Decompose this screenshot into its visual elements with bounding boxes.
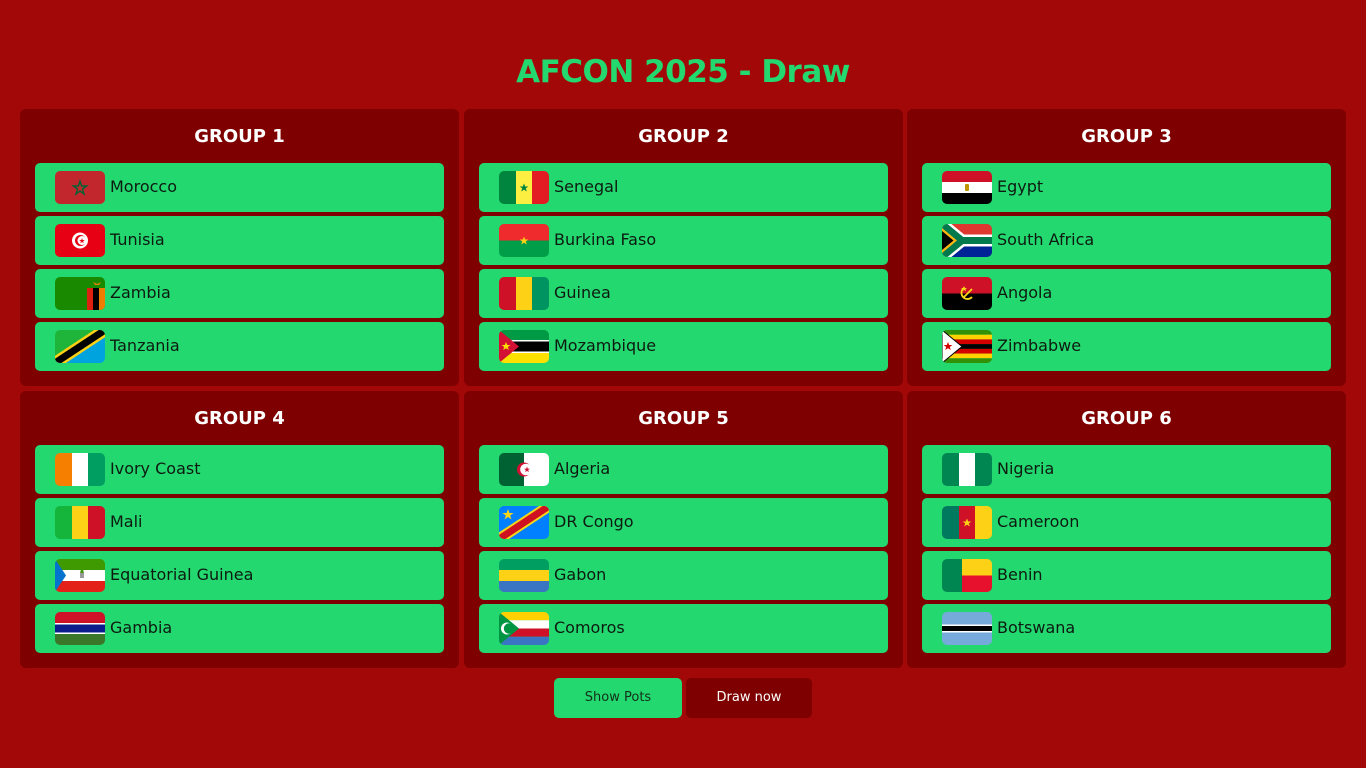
team-row-mali[interactable]: Mali [35, 498, 444, 547]
group-1-card: GROUP 1 Morocco Tunisia Zambia Tanzania [20, 109, 459, 386]
team-name: Mozambique [554, 336, 657, 355]
team-name: Senegal [554, 177, 619, 196]
nigeria-flag-icon [942, 453, 992, 486]
team-row-nigeria[interactable]: Nigeria [922, 445, 1331, 494]
group-5-card: GROUP 5 Algeria DR Congo Gabon Comoros [464, 391, 903, 668]
group-title: GROUP 1 [194, 126, 285, 147]
team-row-ivory-coast[interactable]: Ivory Coast [35, 445, 444, 494]
team-row-cameroon[interactable]: Cameroon [922, 498, 1331, 547]
team-row-senegal[interactable]: Senegal [479, 163, 888, 212]
team-name: Tanzania [110, 336, 180, 355]
senegal-flag-icon [499, 171, 549, 204]
team-row-dr-congo[interactable]: DR Congo [479, 498, 888, 547]
zimbabwe-flag-icon [942, 330, 992, 363]
team-row-algeria[interactable]: Algeria [479, 445, 888, 494]
team-name: Algeria [554, 459, 611, 478]
morocco-flag-icon [55, 171, 105, 204]
group-2-card: GROUP 2 Senegal Burkina Faso Guinea Moza… [464, 109, 903, 386]
dr-congo-flag-icon [499, 506, 549, 539]
guinea-flag-icon [499, 277, 549, 310]
team-name: Morocco [110, 177, 177, 196]
group-title: GROUP 4 [194, 408, 285, 429]
gambia-flag-icon [55, 612, 105, 645]
mali-flag-icon [55, 506, 105, 539]
south-africa-flag-icon [942, 224, 992, 257]
team-name: Botswana [997, 618, 1076, 637]
team-name: Gabon [554, 565, 607, 584]
mozambique-flag-icon [499, 330, 549, 363]
team-row-morocco[interactable]: Morocco [35, 163, 444, 212]
tunisia-flag-icon [55, 224, 105, 257]
team-name: Cameroon [997, 512, 1080, 531]
botswana-flag-icon [942, 612, 992, 645]
group-title: GROUP 5 [638, 408, 729, 429]
show-pots-button[interactable]: Show Pots [554, 678, 682, 718]
team-name: Burkina Faso [554, 230, 657, 249]
egypt-flag-icon [942, 171, 992, 204]
team-name: Gambia [110, 618, 173, 637]
team-name: Nigeria [997, 459, 1055, 478]
team-row-tanzania[interactable]: Tanzania [35, 322, 444, 371]
comoros-flag-icon [499, 612, 549, 645]
team-row-gabon[interactable]: Gabon [479, 551, 888, 600]
group-title: GROUP 2 [638, 126, 729, 147]
team-row-angola[interactable]: Angola [922, 269, 1331, 318]
team-name: Zambia [110, 283, 171, 302]
page-title: AFCON 2025 - Draw [516, 54, 850, 90]
ivory-coast-flag-icon [55, 453, 105, 486]
team-row-tunisia[interactable]: Tunisia [35, 216, 444, 265]
burkina-faso-flag-icon [499, 224, 549, 257]
draw-now-button[interactable]: Draw now [686, 678, 812, 718]
team-row-comoros[interactable]: Comoros [479, 604, 888, 653]
team-row-benin[interactable]: Benin [922, 551, 1331, 600]
team-row-burkina-faso[interactable]: Burkina Faso [479, 216, 888, 265]
team-name: Comoros [554, 618, 625, 637]
team-name: Egypt [997, 177, 1044, 196]
gabon-flag-icon [499, 559, 549, 592]
team-row-guinea[interactable]: Guinea [479, 269, 888, 318]
team-name: Tunisia [110, 230, 165, 249]
team-row-gambia[interactable]: Gambia [35, 604, 444, 653]
group-title: GROUP 6 [1081, 408, 1172, 429]
team-name: Benin [997, 565, 1043, 584]
group-title: GROUP 3 [1081, 126, 1172, 147]
team-name: Ivory Coast [110, 459, 201, 478]
team-row-south-africa[interactable]: South Africa [922, 216, 1331, 265]
group-6-card: GROUP 6 Nigeria Cameroon Benin Botswana [907, 391, 1346, 668]
team-row-botswana[interactable]: Botswana [922, 604, 1331, 653]
group-3-card: GROUP 3 Egypt South Africa Angola Zimbab… [907, 109, 1346, 386]
benin-flag-icon [942, 559, 992, 592]
team-name: Angola [997, 283, 1053, 302]
team-row-zimbabwe[interactable]: Zimbabwe [922, 322, 1331, 371]
team-name: DR Congo [554, 512, 634, 531]
team-name: Zimbabwe [997, 336, 1082, 355]
equatorial-guinea-flag-icon [55, 559, 105, 592]
angola-flag-icon [942, 277, 992, 310]
cameroon-flag-icon [942, 506, 992, 539]
team-name: Guinea [554, 283, 611, 302]
team-name: Mali [110, 512, 143, 531]
team-row-egypt[interactable]: Egypt [922, 163, 1331, 212]
team-row-zambia[interactable]: Zambia [35, 269, 444, 318]
team-name: South Africa [997, 230, 1095, 249]
group-4-card: GROUP 4 Ivory Coast Mali Equatorial Guin… [20, 391, 459, 668]
team-row-equatorial-guinea[interactable]: Equatorial Guinea [35, 551, 444, 600]
algeria-flag-icon [499, 453, 549, 486]
tanzania-flag-icon [55, 330, 105, 363]
team-row-mozambique[interactable]: Mozambique [479, 322, 888, 371]
team-name: Equatorial Guinea [110, 565, 254, 584]
zambia-flag-icon [55, 277, 105, 310]
